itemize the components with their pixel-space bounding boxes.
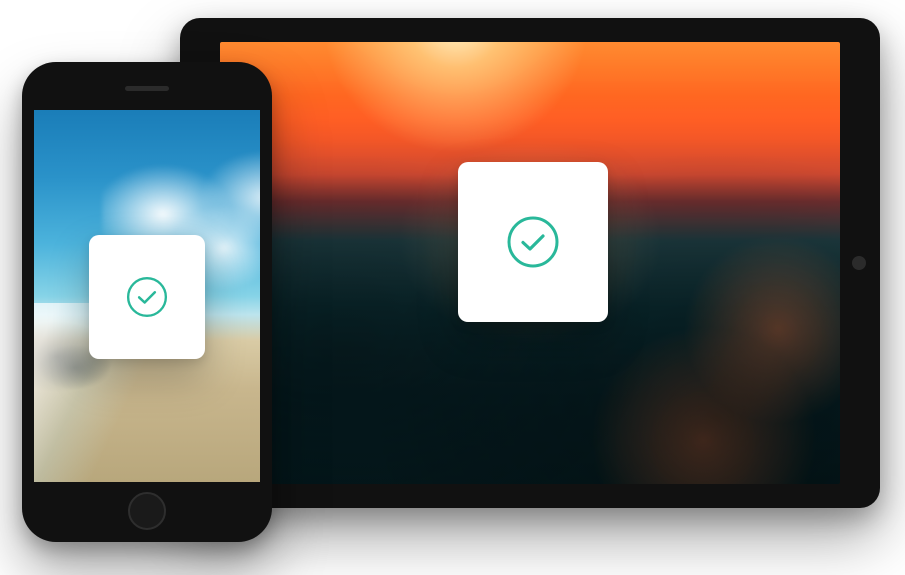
- phone-home-button[interactable]: [128, 492, 166, 530]
- tablet-device-frame: [180, 18, 880, 508]
- phone-device-frame: [22, 62, 272, 542]
- tablet-screen: [220, 42, 840, 484]
- device-mockup-group: [0, 0, 905, 575]
- phone-speaker: [125, 86, 169, 91]
- success-badge-card: [458, 162, 608, 322]
- checkmark-circle-icon: [505, 214, 561, 270]
- phone-screen: [34, 110, 260, 482]
- checkmark-circle-icon: [125, 275, 169, 319]
- tablet-home-button[interactable]: [852, 256, 866, 270]
- success-badge-card: [89, 235, 205, 359]
